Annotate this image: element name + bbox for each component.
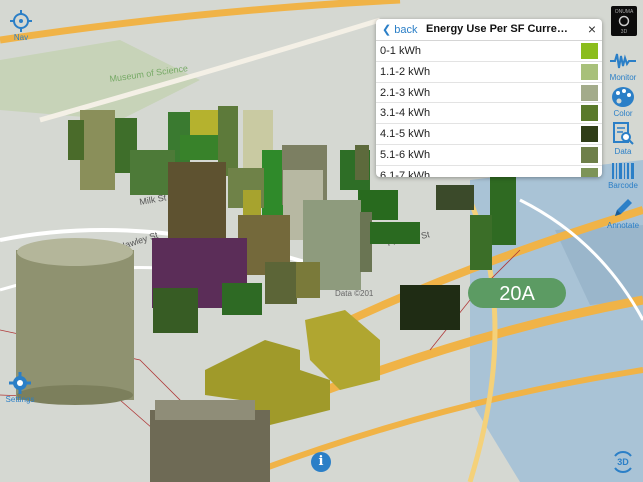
barcode-button[interactable]: Barcode: [603, 162, 643, 190]
waveform-icon: [610, 53, 636, 69]
gear-icon: [9, 372, 31, 394]
app-logo: ONUMA 3D: [611, 6, 637, 36]
nav-button[interactable]: Nav: [1, 10, 41, 42]
crosshair-icon: [10, 10, 32, 32]
legend-row-label: 6.1-7 kWh: [380, 169, 431, 177]
annotate-button[interactable]: Annotate: [603, 196, 643, 230]
map-copyright: Data ©201: [335, 289, 374, 298]
legend-row[interactable]: 1.1-2 kWh: [376, 62, 602, 83]
palette-icon: [612, 87, 634, 107]
legend-row-label: 2.1-3 kWh: [380, 86, 431, 99]
legend-row-label: 4.1-5 kWh: [380, 128, 431, 141]
data-label: Data: [614, 147, 632, 156]
document-search-icon: [613, 122, 634, 145]
legend-color-swatch: [581, 43, 598, 59]
barcode-label: Barcode: [608, 181, 638, 190]
legend-color-swatch: [581, 126, 598, 143]
nav-label: Nav: [13, 33, 29, 42]
close-icon[interactable]: ×: [588, 21, 596, 37]
logo-ring-icon: [618, 15, 630, 27]
legend-row[interactable]: 2.1-3 kWh: [376, 83, 602, 104]
annotate-label: Annotate: [606, 221, 640, 230]
legend-row[interactable]: 6.1-7 kWh: [376, 166, 602, 177]
color-label: Color: [613, 109, 633, 118]
legend-color-swatch: [581, 146, 598, 163]
settings-button[interactable]: Settings: [0, 372, 40, 404]
settings-label: Settings: [5, 395, 35, 404]
legend-panel: ❮ back Energy Use Per SF Current... × 0-…: [376, 19, 602, 177]
toggle-3d-button[interactable]: 3D: [611, 450, 635, 474]
pen-icon: [615, 199, 632, 216]
chevron-left-icon: ❮: [382, 24, 392, 36]
legend-color-swatch: [581, 63, 598, 80]
info-button[interactable]: i: [311, 452, 331, 472]
legend-color-swatch: [581, 84, 598, 101]
monitor-button[interactable]: Monitor: [603, 50, 643, 82]
rotate-3d-icon: 3D: [614, 451, 632, 473]
back-button[interactable]: ❮ back: [382, 23, 418, 36]
legend-panel-header: ❮ back Energy Use Per SF Current... ×: [376, 19, 602, 41]
legend-row-label: 0-1 kWh: [380, 45, 421, 57]
legend-row-label: 1.1-2 kWh: [380, 65, 431, 78]
legend-row[interactable]: 3.1-4 kWh: [376, 103, 602, 125]
back-label: back: [394, 24, 418, 36]
data-button[interactable]: Data: [603, 122, 643, 156]
color-button[interactable]: Color: [603, 86, 643, 118]
legend-list: 0-1 kWh 1.1-2 kWh 2.1-3 kWh 3.1-4 kWh 4.1-5 …: [376, 41, 602, 177]
legend-row[interactable]: 5.1-6 kWh: [376, 145, 602, 166]
barcode-icon: [612, 163, 634, 179]
legend-color-swatch: [581, 105, 598, 122]
legend-row[interactable]: 0-1 kWh: [376, 41, 602, 62]
legend-title: Energy Use Per SF Current...: [426, 23, 572, 35]
monitor-label: Monitor: [609, 73, 637, 82]
legend-row[interactable]: 4.1-5 kWh: [376, 124, 602, 145]
legend-row-label: 5.1-6 kWh: [380, 148, 431, 161]
route-shield-label: 20A: [499, 283, 535, 305]
legend-row-label: 3.1-4 kWh: [380, 107, 431, 120]
btn-3d-label: 3D: [617, 457, 629, 467]
legend-color-swatch: [581, 167, 598, 177]
